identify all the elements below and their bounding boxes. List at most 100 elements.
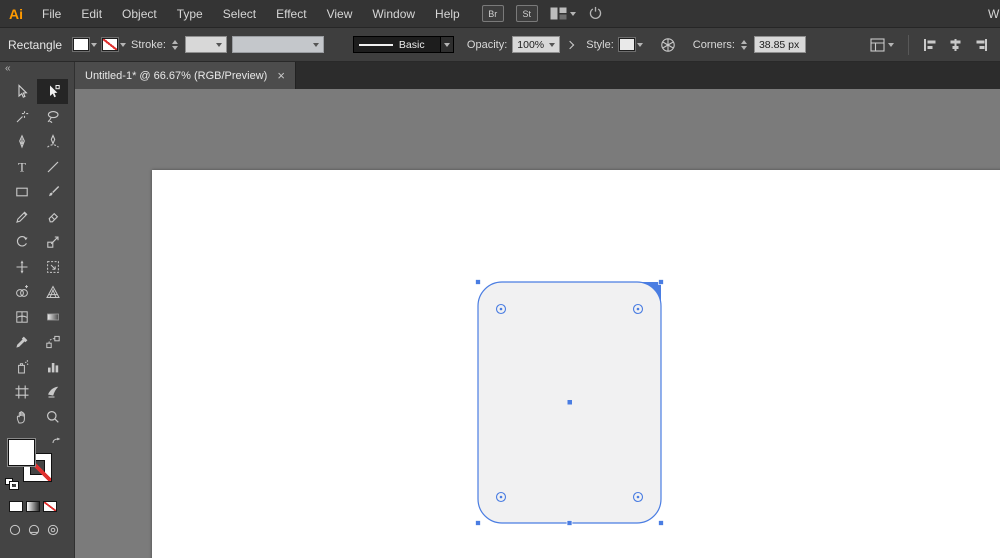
corners-label: Corners: <box>692 38 735 51</box>
magic-wand-tool[interactable] <box>6 104 37 129</box>
draw-behind-icon[interactable] <box>28 524 40 536</box>
curvature-tool[interactable] <box>37 129 68 154</box>
line-segment-tool[interactable] <box>37 154 68 179</box>
align-left-icon[interactable] <box>923 38 938 52</box>
paintbrush-tool[interactable] <box>37 179 68 204</box>
tool-panel: « T <box>0 62 75 558</box>
menu-type[interactable]: Type <box>167 0 213 28</box>
draw-normal-icon[interactable] <box>9 524 21 536</box>
artboard-icon <box>15 385 28 398</box>
mesh-tool[interactable] <box>6 304 37 329</box>
document-tab-strip: Untitled-1* @ 66.67% (RGB/Preview) × <box>75 62 1000 89</box>
shape-center-point[interactable] <box>567 400 573 405</box>
gradient-mode-button[interactable] <box>26 501 40 512</box>
shape-properties-button[interactable] <box>870 37 894 52</box>
opacity-field[interactable]: 100% <box>512 36 561 53</box>
menu-object[interactable]: Object <box>112 0 167 28</box>
arrange-documents-button[interactable] <box>550 7 576 20</box>
scale-tool[interactable] <box>37 229 68 254</box>
column-graph-tool[interactable] <box>37 354 68 379</box>
stroke-weight-stepper[interactable] <box>171 39 180 50</box>
stroke-color-dropdown[interactable] <box>101 37 127 52</box>
stroke-label: Stroke: <box>131 38 166 51</box>
draw-inside-icon[interactable] <box>47 524 59 536</box>
brush-definition-value: Basic <box>352 36 441 53</box>
anchor-top-left[interactable] <box>475 279 481 285</box>
symbol-sprayer-tool[interactable] <box>6 354 37 379</box>
selection-tool[interactable] <box>6 79 37 104</box>
mesh-icon <box>15 310 28 323</box>
sync-status-button[interactable] <box>588 6 603 21</box>
menu-select[interactable]: Select <box>213 0 266 28</box>
opacity-panel-button[interactable] <box>565 40 575 49</box>
shape-builder-tool[interactable] <box>6 279 37 304</box>
corners-stepper[interactable] <box>740 39 749 50</box>
hand-tool[interactable] <box>6 404 37 429</box>
eyedropper-icon <box>15 336 27 348</box>
fill-color-swatch[interactable] <box>8 439 35 466</box>
symbol-sprayer-icon <box>17 359 28 373</box>
chevron-down-icon <box>215 42 222 47</box>
artboard-tool[interactable] <box>6 379 37 404</box>
magic-wand-icon <box>16 110 28 122</box>
direct-selection-tool[interactable] <box>37 79 68 104</box>
perspective-grid-tool[interactable] <box>37 279 68 304</box>
swap-fill-stroke-icon[interactable] <box>51 437 62 448</box>
eraser-tool[interactable] <box>37 204 68 229</box>
type-icon: T <box>18 159 26 174</box>
stock-button[interactable]: St <box>515 5 538 22</box>
tab-close-button[interactable]: × <box>277 69 285 82</box>
bridge-button[interactable]: Br <box>481 5 504 22</box>
lasso-icon <box>47 110 59 123</box>
menu-file[interactable]: File <box>32 0 71 28</box>
fill-color-dropdown[interactable] <box>72 37 98 52</box>
recolor-artwork-button[interactable] <box>658 37 678 53</box>
graphic-style-dropdown[interactable] <box>617 37 643 52</box>
width-tool[interactable] <box>6 254 37 279</box>
anchor-bottom-center[interactable] <box>566 520 573 526</box>
tools-grid: T <box>0 79 74 429</box>
chevron-down-icon <box>636 42 643 47</box>
default-fill-stroke-icon[interactable] <box>5 478 18 489</box>
color-mode-button[interactable] <box>9 501 23 512</box>
eyedropper-tool[interactable] <box>6 329 37 354</box>
free-transform-tool[interactable] <box>37 254 68 279</box>
recolor-artwork-icon <box>661 37 675 52</box>
document-tab[interactable]: Untitled-1* @ 66.67% (RGB/Preview) × <box>75 62 296 89</box>
type-tool[interactable]: T <box>6 154 37 179</box>
canvas-area[interactable] <box>75 89 1000 558</box>
paint-mode-buttons <box>9 501 74 512</box>
menu-effect[interactable]: Effect <box>266 0 316 28</box>
menu-edit[interactable]: Edit <box>71 0 112 28</box>
pencil-tool[interactable] <box>6 204 37 229</box>
arrange-documents-icon <box>550 7 567 20</box>
anchor-top-right[interactable] <box>658 279 664 285</box>
variable-width-profile-dropdown[interactable] <box>231 36 324 53</box>
brush-definition-dropdown[interactable]: Basic <box>352 36 454 53</box>
align-right-icon[interactable] <box>973 38 988 52</box>
stepper-down-icon <box>741 45 748 50</box>
rectangle-tool[interactable] <box>6 179 37 204</box>
stroke-weight-dropdown[interactable] <box>184 36 227 53</box>
stepper-up-icon <box>741 39 748 44</box>
line-segment-icon <box>47 161 58 172</box>
document-tab-title: Untitled-1* @ 66.67% (RGB/Preview) <box>85 69 268 82</box>
chevron-down-icon <box>569 11 576 16</box>
slice-tool[interactable] <box>37 379 68 404</box>
none-mode-button[interactable] <box>43 501 57 512</box>
pen-tool[interactable] <box>6 129 37 154</box>
menu-view[interactable]: View <box>317 0 363 28</box>
align-center-icon[interactable] <box>948 38 963 52</box>
gradient-tool[interactable] <box>37 304 68 329</box>
context-label: Rectangle <box>8 37 63 52</box>
lasso-tool[interactable] <box>37 104 68 129</box>
anchor-bottom-right[interactable] <box>658 520 664 526</box>
zoom-tool[interactable] <box>37 404 68 429</box>
anchor-bottom-left[interactable] <box>475 520 481 526</box>
panel-collapse-button[interactable]: « <box>0 62 74 76</box>
rotate-tool[interactable] <box>6 229 37 254</box>
menu-help[interactable]: Help <box>425 0 470 28</box>
menu-window[interactable]: Window <box>362 0 425 28</box>
blend-tool[interactable] <box>37 329 68 354</box>
corners-field[interactable]: 38.85 px <box>753 36 806 53</box>
